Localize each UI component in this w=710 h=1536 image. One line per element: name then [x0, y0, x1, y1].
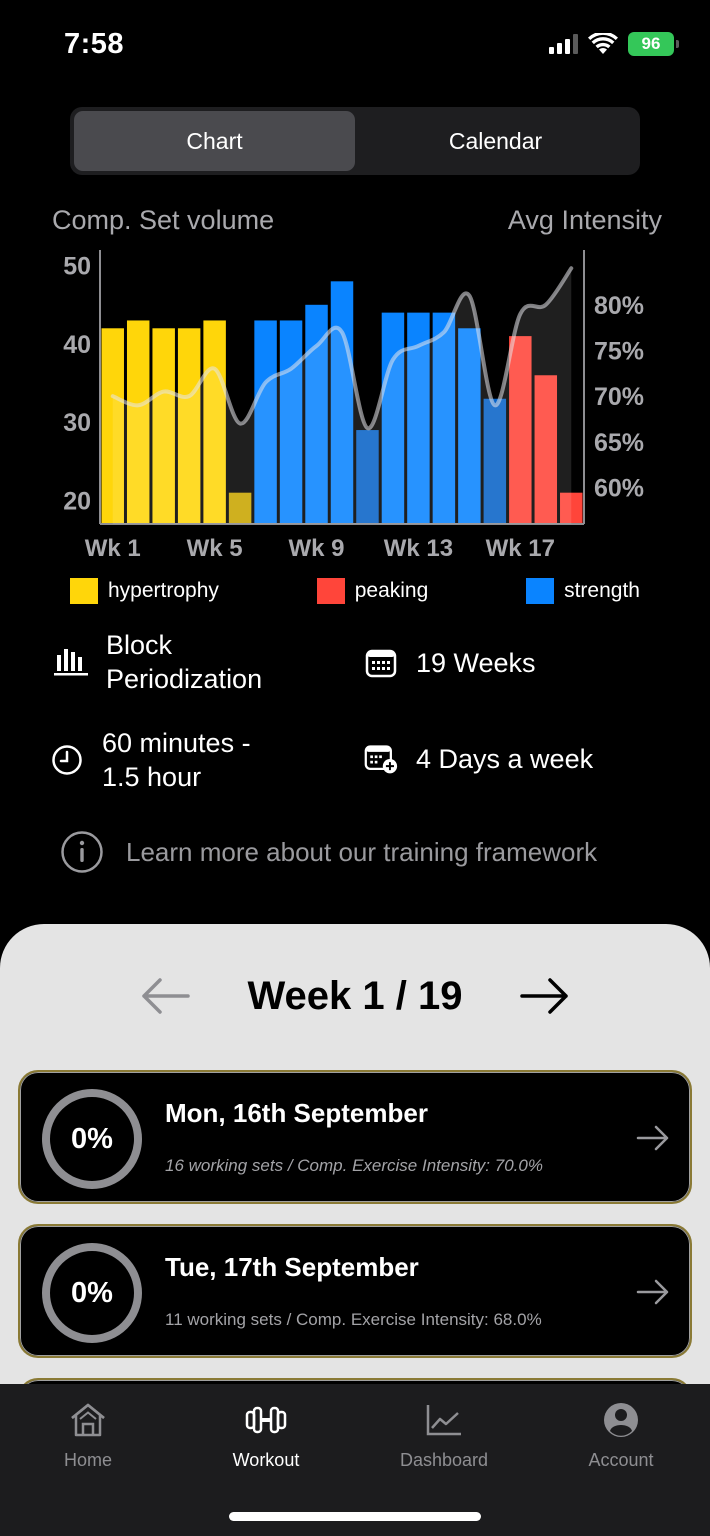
line-chart-icon [426, 1405, 461, 1436]
left-tick-label: 20 [63, 488, 91, 516]
chevron-arrow-right-icon [636, 1279, 669, 1305]
segment-calendar[interactable]: Calendar [355, 111, 636, 171]
day-subtitle: 11 working sets / Comp. Exercise Intensi… [165, 1310, 542, 1329]
tab-home-label: Home [63, 1450, 112, 1470]
x-tick-label: Wk 5 [187, 535, 243, 562]
left-tick-label: 30 [63, 409, 91, 437]
left-tick-label: 50 [63, 253, 91, 281]
info-method: Block Periodization [54, 628, 262, 696]
calendar-add-icon [364, 742, 398, 776]
progress-ring: 0% [42, 1089, 142, 1189]
wifi-icon [588, 33, 618, 54]
info-weeks: 19 Weeks [364, 646, 536, 680]
learn-more-link[interactable]: Learn more about our training framework [60, 830, 597, 874]
info-duration-text: 60 minutes - 1.5 hour [102, 728, 251, 792]
clock-icon [50, 743, 84, 777]
tab-workout[interactable]: Workout [186, 1402, 346, 1471]
person-circle-icon [604, 1403, 638, 1437]
progress-value: 0% [71, 1276, 113, 1309]
legend-item-peaking: peaking [316, 578, 429, 604]
tab-account[interactable]: Account [541, 1402, 701, 1471]
day-subtitle: 16 working sets / Comp. Exercise Intensi… [165, 1156, 543, 1175]
battery-indicator: 96 [628, 32, 679, 56]
cellular-signal-icon [549, 34, 578, 54]
day-title: Mon, 16th September [165, 1098, 428, 1128]
arrow-right-icon [520, 978, 568, 1014]
segment-chart[interactable]: Chart [74, 111, 355, 171]
right-axis-title: Avg Intensity [507, 205, 662, 235]
x-tick-label: Wk 17 [486, 535, 555, 562]
info-frequency: 4 Days a week [364, 742, 593, 776]
home-indicator [229, 1512, 481, 1521]
x-tick-label: Wk 9 [289, 535, 345, 562]
info-circle-icon [61, 831, 103, 873]
legend-item-hypertrophy: hypertrophy [70, 578, 219, 604]
tab-home[interactable]: Home [8, 1402, 168, 1471]
view-segmented-control: Chart Calendar [70, 107, 640, 175]
right-tick-label: 70% [594, 383, 644, 411]
legend-label-hypertrophy: hypertrophy [108, 579, 219, 602]
status-bar: 7:58 96 [0, 0, 710, 90]
day-title: Tue, 17th September [165, 1252, 419, 1282]
left-axis-title: Comp. Set volume [52, 205, 275, 235]
week-title: Week 1 / 19 [247, 973, 463, 1018]
tab-account-label: Account [588, 1450, 654, 1470]
status-time: 7:58 [64, 28, 125, 60]
progress-value: 0% [71, 1122, 113, 1155]
previous-week-button[interactable] [125, 966, 205, 1026]
next-week-button[interactable] [505, 966, 585, 1026]
chart-legend: hypertrophy peaking strength [70, 578, 640, 604]
chevron-arrow-right-icon [636, 1125, 669, 1151]
bar-chart-icon [54, 645, 88, 679]
day-card-monday[interactable]: 0% Mon, 16th September 16 working sets /… [18, 1070, 692, 1204]
right-tick-label: 60% [594, 474, 644, 502]
volume-intensity-chart: 50 40 30 20 80% 75% 70% 65% 60% Wk 1 Wk 5 Wk 9 Wk 13… [63, 250, 644, 562]
right-tick-label: 75% [594, 337, 644, 365]
legend-label-peaking: peaking [354, 579, 429, 602]
tab-dashboard-label: Dashboard [399, 1450, 489, 1470]
info-duration: 60 minutes - 1.5 hour [50, 726, 251, 794]
legend-swatch-strength [526, 578, 555, 604]
right-tick-label: 80% [594, 292, 644, 320]
left-tick-label: 40 [63, 331, 91, 359]
week-navigator: Week 1 / 19 [0, 966, 710, 1026]
day-card-tuesday[interactable]: 0% Tue, 17th September 11 working sets /… [18, 1224, 692, 1358]
info-weeks-text: 19 Weeks [416, 648, 536, 678]
info-method-text: Block Periodization [106, 630, 263, 694]
legend-item-strength: strength [526, 578, 640, 604]
tab-dashboard[interactable]: Dashboard [364, 1402, 524, 1471]
home-icon [71, 1403, 105, 1437]
chart-axis-titles: Comp. Set volume Avg Intensity [52, 205, 662, 236]
status-indicators: 96 [549, 32, 679, 56]
info-frequency-text: 4 Days a week [416, 744, 594, 774]
dumbbell-icon [245, 1406, 287, 1434]
arrow-left-icon [142, 978, 190, 1014]
battery-level: 96 [641, 34, 661, 53]
tab-workout-label: Workout [232, 1450, 300, 1470]
legend-swatch-hypertrophy [70, 578, 98, 604]
legend-swatch-peaking [316, 578, 345, 604]
learn-more-text: Learn more about our training framework [126, 836, 598, 867]
right-tick-label: 65% [594, 429, 644, 457]
legend-label-strength: strength [564, 579, 640, 602]
calendar-icon [364, 646, 398, 680]
x-tick-label: Wk 13 [384, 535, 453, 562]
progress-ring: 0% [42, 1243, 142, 1343]
x-tick-label: Wk 1 [85, 535, 141, 562]
